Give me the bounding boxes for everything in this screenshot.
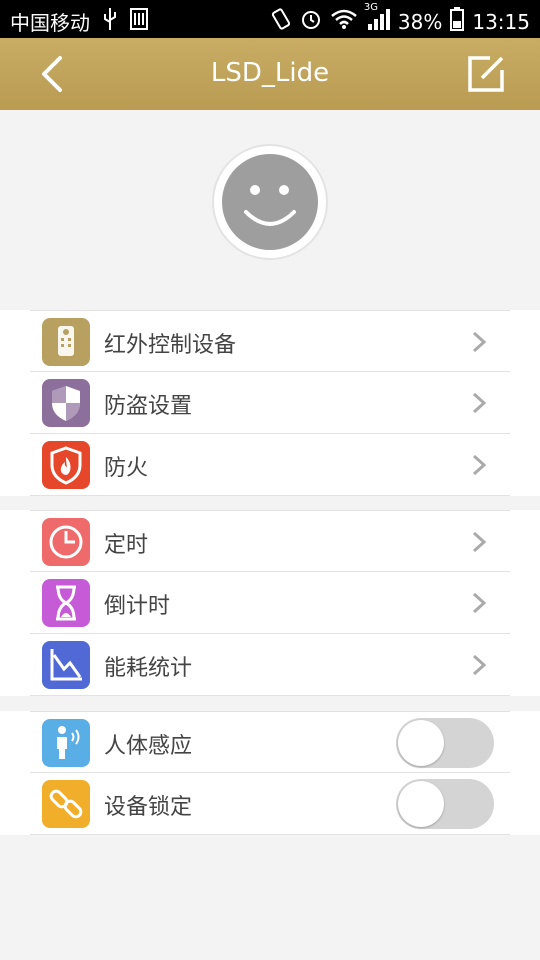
clock-icon bbox=[42, 518, 90, 566]
link-lock-icon bbox=[42, 780, 90, 828]
app-header: LSD_Lide bbox=[0, 38, 540, 110]
person-sensor-icon bbox=[42, 719, 90, 767]
carrier-name: 中国移动 bbox=[10, 11, 90, 35]
row-label: 倒计时 bbox=[104, 594, 171, 619]
sim-card-icon bbox=[130, 8, 148, 35]
chevron-right-icon bbox=[472, 392, 486, 414]
clock-time: 13:15 bbox=[472, 9, 530, 34]
remote-control-icon bbox=[42, 318, 90, 366]
row-fire[interactable]: 防火 bbox=[30, 434, 510, 496]
body-sensor-toggle[interactable] bbox=[396, 718, 494, 768]
menu-group-timers: 定时 倒计时 能耗统计 bbox=[0, 510, 540, 696]
row-label: 防盗设置 bbox=[104, 394, 193, 419]
smiley-face-icon bbox=[222, 154, 318, 250]
row-label: 定时 bbox=[104, 533, 149, 558]
wifi-icon bbox=[330, 8, 358, 35]
edit-icon bbox=[468, 56, 504, 92]
toggle-knob bbox=[398, 720, 444, 766]
row-label: 能耗统计 bbox=[104, 656, 193, 681]
battery-percent: 38% bbox=[397, 9, 443, 34]
row-ir-control[interactable]: 红外控制设备 bbox=[30, 310, 510, 372]
shield-icon bbox=[42, 379, 90, 427]
chevron-right-icon bbox=[472, 531, 486, 553]
row-label: 防火 bbox=[104, 456, 149, 481]
row-device-lock: 设备锁定 bbox=[30, 773, 510, 835]
row-countdown[interactable]: 倒计时 bbox=[30, 572, 510, 634]
signal-icon: 3G bbox=[364, 2, 390, 35]
chevron-right-icon bbox=[472, 331, 486, 353]
page-title: LSD_Lide bbox=[210, 58, 330, 88]
chevron-right-icon bbox=[472, 654, 486, 676]
vibrate-icon bbox=[270, 8, 292, 35]
avatar[interactable] bbox=[212, 144, 328, 260]
edit-button[interactable] bbox=[466, 54, 506, 94]
row-label: 人体感应 bbox=[104, 734, 193, 759]
alarm-icon bbox=[300, 8, 322, 35]
menu-group-toggles: 人体感应 设备锁定 bbox=[0, 711, 540, 835]
status-bar: 中国移动 3G 38% 13:15 bbox=[0, 0, 540, 38]
network-type-label: 3G bbox=[363, 2, 379, 13]
usb-icon bbox=[102, 8, 118, 35]
chart-icon bbox=[42, 641, 90, 689]
toggle-knob bbox=[398, 781, 444, 827]
row-anti-theft[interactable]: 防盗设置 bbox=[30, 372, 510, 434]
battery-icon bbox=[450, 7, 465, 36]
row-label: 设备锁定 bbox=[104, 795, 193, 820]
hourglass-icon bbox=[42, 579, 90, 627]
menu-group-devices: 红外控制设备 防盗设置 防火 bbox=[0, 310, 540, 496]
row-body-sensor: 人体感应 bbox=[30, 711, 510, 773]
row-label: 红外控制设备 bbox=[104, 333, 237, 358]
row-timer[interactable]: 定时 bbox=[30, 510, 510, 572]
row-energy-stats[interactable]: 能耗统计 bbox=[30, 634, 510, 696]
device-lock-toggle[interactable] bbox=[396, 779, 494, 829]
chevron-right-icon bbox=[472, 592, 486, 614]
chevron-right-icon bbox=[472, 454, 486, 476]
fire-shield-icon bbox=[42, 441, 90, 489]
